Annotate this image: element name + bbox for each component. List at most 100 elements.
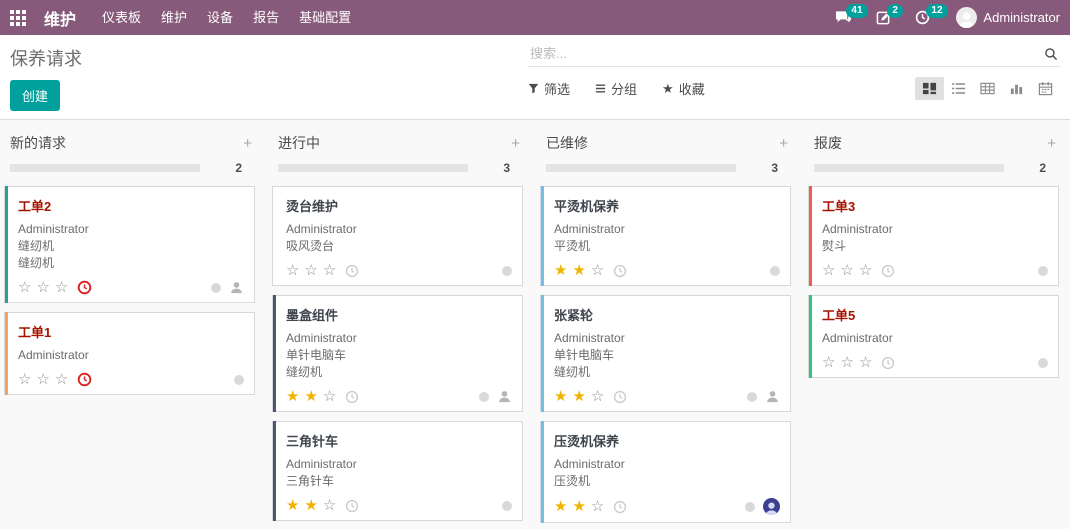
column-title[interactable]: 已维修	[546, 133, 588, 153]
activity-clock-icon[interactable]	[77, 280, 92, 295]
column-add-icon[interactable]: +	[1047, 136, 1056, 151]
card-equipment: 熨斗	[822, 238, 1048, 255]
activity-clock-icon[interactable]	[77, 372, 92, 387]
card-technician: Administrator	[822, 221, 1048, 238]
search-input[interactable]	[530, 46, 1044, 61]
user-menu[interactable]: Administrator	[956, 7, 1060, 28]
create-button[interactable]: 创建	[10, 80, 60, 111]
priority-stars[interactable]: ☆☆☆	[18, 280, 68, 295]
card-color-stripe	[5, 312, 8, 395]
priority-stars[interactable]: ★★☆	[286, 389, 336, 404]
activity-clock-icon[interactable]	[881, 356, 895, 370]
card-title: 工单3	[822, 196, 1048, 215]
assignee-avatar-image[interactable]	[763, 498, 780, 515]
column-count: 2	[235, 161, 242, 175]
card-equipment: 压烫机	[554, 473, 780, 490]
kanban-card[interactable]: 工单3 Administrator 熨斗 ☆☆☆	[808, 186, 1059, 286]
column-title[interactable]: 进行中	[278, 133, 320, 153]
activity-clock-icon[interactable]	[613, 264, 627, 278]
column-add-icon[interactable]: +	[243, 136, 252, 151]
kanban-column-scrap: 报废 + 2 工单3 Administrator 熨斗 ☆☆☆ 工单5 Admi…	[808, 129, 1059, 387]
view-graph-button[interactable]	[1002, 77, 1031, 100]
status-dot	[1038, 358, 1048, 368]
card-title: 三角针车	[286, 431, 512, 450]
assignee-avatar-icon[interactable]	[229, 280, 244, 295]
search-bar	[528, 43, 1060, 67]
priority-stars[interactable]: ★★☆	[554, 389, 604, 404]
search-icon[interactable]	[1044, 47, 1058, 61]
card-technician: Administrator	[822, 330, 1048, 347]
nav-item-equipment[interactable]: 设备	[197, 0, 243, 35]
nav-item-dashboard[interactable]: 仪表板	[92, 0, 151, 35]
card-category: 缝纫机	[554, 364, 780, 381]
card-title: 压烫机保养	[554, 431, 780, 450]
kanban-view-icon	[922, 81, 937, 96]
filters-button[interactable]: 筛选	[528, 79, 570, 98]
card-category: 缝纫机	[286, 364, 512, 381]
activity-clock-icon[interactable]	[881, 264, 895, 278]
navbar-systray: 41 2 12 Administrator	[823, 7, 1060, 28]
card-color-stripe	[273, 295, 276, 412]
kanban-card[interactable]: 工单2 Administrator 缝纫机 缝纫机 ☆☆☆	[4, 186, 255, 303]
card-technician: Administrator	[18, 221, 244, 238]
kanban-column-repaired: 已维修 + 3 平烫机保养 Administrator 平烫机 ★★☆ 张紧轮 …	[540, 129, 791, 529]
assignee-avatar-icon[interactable]	[765, 389, 780, 404]
kanban-card[interactable]: 张紧轮 Administrator 单针电脑车 缝纫机 ★★☆	[540, 295, 791, 412]
priority-stars[interactable]: ☆☆☆	[822, 263, 872, 278]
activity-clock-icon[interactable]	[345, 390, 359, 404]
kanban-card[interactable]: 墨盒组件 Administrator 单针电脑车 缝纫机 ★★☆	[272, 295, 523, 412]
kanban-column-in-progress: 进行中 + 3 烫台维护 Administrator 吸风烫台 ☆☆☆ 墨盒组件…	[272, 129, 523, 529]
activity-clock-icon[interactable]	[345, 264, 359, 278]
priority-stars[interactable]: ★★☆	[286, 498, 336, 513]
kanban-card[interactable]: 烫台维护 Administrator 吸风烫台 ☆☆☆	[272, 186, 523, 286]
activity-clock-icon[interactable]	[613, 390, 627, 404]
card-title: 张紧轮	[554, 305, 780, 324]
priority-stars[interactable]: ☆☆☆	[286, 263, 336, 278]
priority-stars[interactable]: ★★☆	[554, 499, 604, 514]
priority-stars[interactable]: ☆☆☆	[18, 372, 68, 387]
priority-stars[interactable]: ☆☆☆	[822, 355, 872, 370]
view-calendar-button[interactable]	[1031, 77, 1060, 100]
page-title: 保养请求	[10, 45, 528, 71]
activity-clock-icon[interactable]	[613, 500, 627, 514]
activity-clock-icon[interactable]	[345, 499, 359, 513]
nav-item-maintenance[interactable]: 维护	[151, 0, 197, 35]
status-dot	[211, 283, 221, 293]
nav-item-configuration[interactable]: 基础配置	[289, 0, 361, 35]
kanban-card[interactable]: 平烫机保养 Administrator 平烫机 ★★☆	[540, 186, 791, 286]
kanban-card[interactable]: 三角针车 Administrator 三角针车 ★★☆	[272, 421, 523, 521]
kanban-card[interactable]: 工单1 Administrator ☆☆☆	[4, 312, 255, 395]
view-switcher	[915, 77, 1060, 100]
card-category: 缝纫机	[18, 255, 244, 272]
kanban-card[interactable]: 工单5 Administrator ☆☆☆	[808, 295, 1059, 378]
graph-view-icon	[1009, 81, 1024, 96]
nav-item-reporting[interactable]: 报告	[243, 0, 289, 35]
priority-stars[interactable]: ★★☆	[554, 263, 604, 278]
notes-button[interactable]: 2	[876, 10, 891, 25]
app-title[interactable]: 维护	[44, 6, 76, 30]
messages-button[interactable]: 41	[835, 10, 852, 25]
card-title: 烫台维护	[286, 196, 512, 215]
column-progressbar	[546, 164, 736, 172]
card-title: 平烫机保养	[554, 196, 780, 215]
status-dot	[502, 501, 512, 511]
group-by-button[interactable]: 分组	[595, 79, 637, 98]
status-dot	[745, 502, 755, 512]
view-pivot-button[interactable]	[973, 77, 1002, 100]
apps-menu-button[interactable]	[0, 0, 36, 35]
column-add-icon[interactable]: +	[779, 136, 788, 151]
card-title: 工单2	[18, 196, 244, 215]
favorites-button[interactable]: ★ 收藏	[662, 79, 705, 98]
column-title[interactable]: 新的请求	[10, 133, 66, 153]
assignee-avatar-icon[interactable]	[497, 389, 512, 404]
column-progressbar	[10, 164, 200, 172]
view-kanban-button[interactable]	[915, 77, 944, 100]
status-dot	[770, 266, 780, 276]
column-add-icon[interactable]: +	[511, 136, 520, 151]
activities-button[interactable]: 12	[915, 10, 930, 25]
user-name: Administrator	[983, 10, 1060, 25]
column-title[interactable]: 报废	[814, 133, 842, 153]
view-list-button[interactable]	[944, 77, 973, 100]
kanban-card[interactable]: 压烫机保养 Administrator 压烫机 ★★☆	[540, 421, 791, 523]
card-color-stripe	[541, 295, 544, 412]
